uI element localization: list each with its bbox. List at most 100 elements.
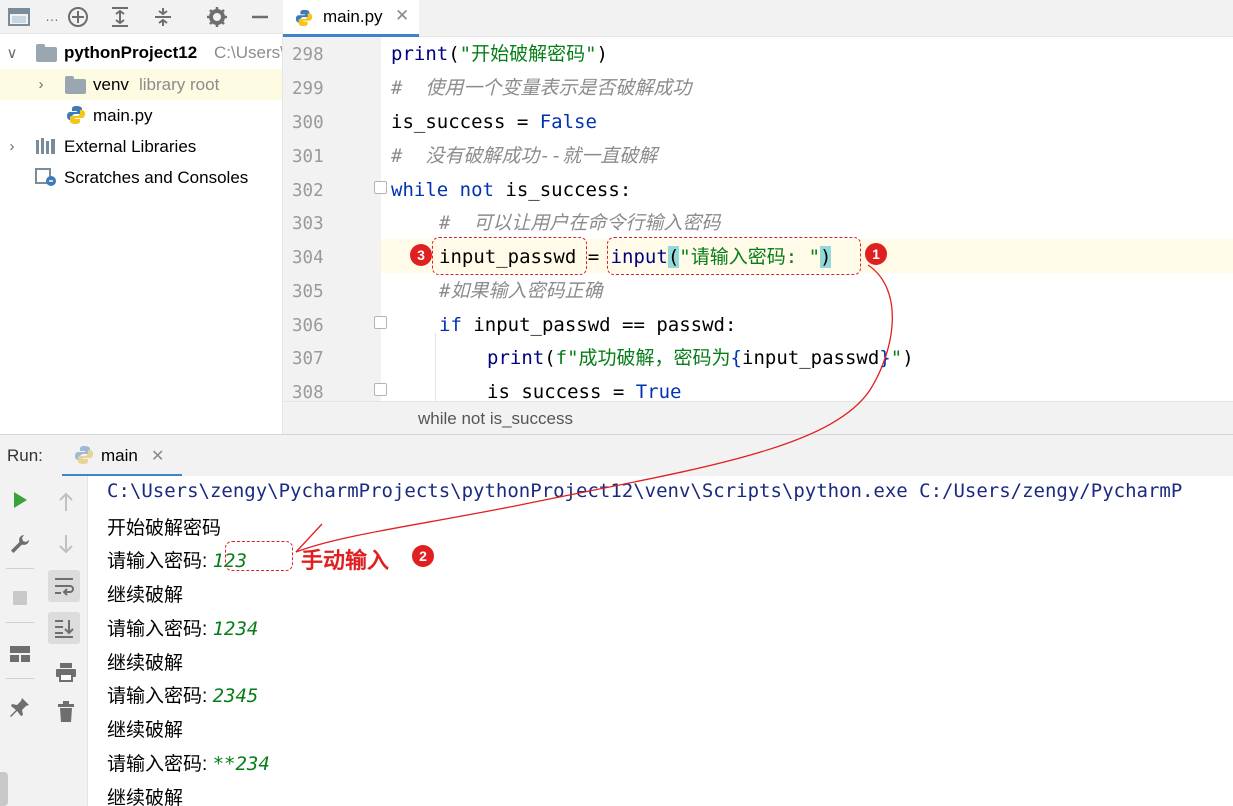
play-icon[interactable] [4,484,36,516]
console-line: 请输入密码: 123 [107,550,247,572]
collapse-all-icon[interactable] [150,4,176,30]
code-line-303: # 可以让用户在命令行输入密码 [439,212,721,234]
wrench-icon[interactable] [4,528,36,560]
folder-icon [65,76,86,94]
trash-icon[interactable] [50,696,82,728]
gear-icon[interactable] [204,4,230,30]
indent-guide [435,333,436,401]
code-editor[interactable]: 298 299 300 301 302 303 304 305 306 307 … [283,37,1233,401]
library-root-label: library root [139,74,220,94]
editor-tab-bar: main.py ✕ [283,0,1233,37]
breadcrumb[interactable]: while not is_success [283,401,1233,434]
run-tab-main[interactable]: main ✕ [62,435,182,477]
fold-marker-icon[interactable] [374,383,387,396]
line-number: 300 [292,113,324,133]
print-icon[interactable] [50,656,82,688]
external-libraries-label: External Libraries [64,136,197,156]
console-output[interactable]: C:\Users\zengy\PycharmProjects\pythonPro… [88,476,1233,806]
line-number: 299 [292,79,324,99]
run-toolbar [0,476,88,806]
console-line: 请输入密码: 1234 [107,618,259,640]
pin-icon[interactable] [4,692,36,724]
main-py-label: main.py [93,105,153,125]
panel-resize-handle[interactable] [0,772,8,806]
run-panel-header: Run: main ✕ [0,434,1233,477]
chevron-right-icon[interactable]: › [34,76,48,93]
scroll-to-end-icon[interactable] [48,612,80,644]
tree-item-project-root[interactable]: ∨ pythonProject12 C:\Users\ [0,37,283,68]
code-line-307: print(f"成功破解，密码为{input_passwd}") [487,347,914,369]
run-tab-label: main [101,446,138,465]
code-line-304: input_passwd = input("请输入密码: ") [439,246,832,268]
close-icon[interactable]: ✕ [151,446,164,466]
line-number: 301 [292,147,324,167]
scratches-icon [35,167,57,187]
python-file-icon [66,105,88,125]
tab-label: main.py [323,7,383,26]
line-number: 304 [292,248,324,268]
line-number: 306 [292,316,324,336]
annotation-manual-input-label: 手动输入 [301,548,390,573]
console-line: 请输入密码: **234 [107,753,270,775]
expand-all-icon[interactable] [107,4,133,30]
tab-main-py[interactable]: main.py ✕ [283,0,419,37]
venv-label: venv [93,74,129,94]
line-number: 298 [292,45,324,65]
library-icon [35,137,57,157]
down-arrow-icon[interactable] [50,528,82,560]
line-number: 303 [292,214,324,234]
console-line: 继续破解 [107,788,184,806]
console-line: 继续破解 [107,585,184,606]
console-user-input: 2345 [212,685,259,707]
breadcrumb-item[interactable]: while not is_success [418,409,573,429]
code-line-299: # 使用一个变量表示是否破解成功 [391,77,692,99]
scratches-label: Scratches and Consoles [64,167,249,187]
console-line: C:\Users\zengy\PycharmProjects\pythonPro… [107,480,1183,502]
soft-wrap-icon[interactable] [48,570,80,602]
project-path: C:\Users\ [214,42,283,62]
close-icon[interactable]: ✕ [395,6,409,26]
annotation-badge-3: 3 [410,244,432,266]
console-user-input: 1234 [212,618,259,640]
console-user-input: **234 [212,753,270,775]
project-tree: ∨ pythonProject12 C:\Users\ › venv libra… [0,34,283,434]
code-line-308: is_success = True [487,381,682,402]
console-user-input: 123 [212,550,247,572]
toolbar-overflow-icon[interactable]: … [45,8,59,24]
line-number: 307 [292,349,324,369]
chevron-right-icon[interactable]: › [5,138,19,155]
tree-item-external-libraries[interactable]: › External Libraries [0,131,282,162]
annotation-badge-2: 2 [412,545,434,567]
line-number: 302 [292,181,324,201]
window-icon[interactable] [6,4,32,30]
fold-marker-icon[interactable] [374,181,387,194]
console-line: 开始破解密码 [107,518,222,539]
code-line-300: is_success = False [391,111,597,133]
code-line-306: if input_passwd == passwd: [439,314,737,336]
fold-marker-icon[interactable] [374,316,387,329]
code-line-301: # 没有破解成功--就一直破解 [391,145,658,167]
project-name: pythonProject12 [64,42,198,62]
code-line-302: while not is_success: [391,179,632,201]
add-circle-icon[interactable] [65,4,91,30]
stop-icon[interactable] [4,582,36,614]
line-number: 308 [292,383,324,401]
python-file-icon [74,445,94,470]
console-line: 请输入密码: 2345 [107,685,259,707]
console-line: 继续破解 [107,653,184,674]
folder-icon [36,44,57,62]
console-line: 继续破解 [107,720,184,741]
minimize-icon[interactable] [247,4,273,30]
layout-icon[interactable] [4,638,36,670]
run-label: Run: [7,446,43,465]
tree-item-venv[interactable]: › venv library root [0,69,282,100]
python-file-icon [295,9,313,32]
tree-item-scratches[interactable]: Scratches and Consoles [0,162,282,193]
line-number: 305 [292,282,324,302]
code-line-305: #如果输入密码正确 [439,280,603,302]
chevron-down-icon[interactable]: ∨ [5,44,19,62]
line-number-gutter: 298 299 300 301 302 303 304 305 306 307 … [283,37,381,401]
tree-item-main-py[interactable]: main.py [0,100,282,131]
up-arrow-icon[interactable] [50,486,82,518]
annotation-badge-1: 1 [865,243,887,265]
